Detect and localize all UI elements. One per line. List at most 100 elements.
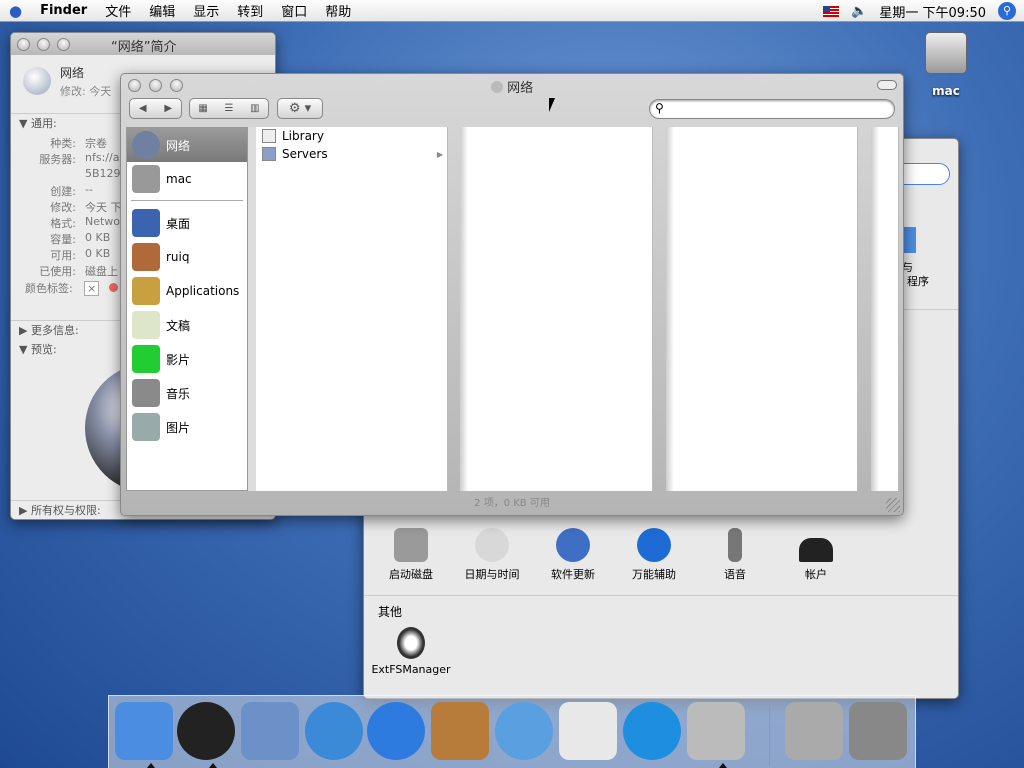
mouse-cursor: [549, 98, 555, 112]
column-view-icon[interactable]: ▥: [250, 103, 259, 114]
internet-connect-dock-icon[interactable]: [785, 702, 843, 760]
itunes-dock-icon[interactable]: [495, 702, 553, 760]
desktop-icon: [132, 209, 160, 237]
volume-icon[interactable]: 🔈: [851, 4, 867, 19]
menu-go[interactable]: 转到: [228, 1, 272, 20]
ical-dock-icon[interactable]: [559, 702, 617, 760]
pref-startup-disk[interactable]: 启动磁盘: [371, 528, 451, 582]
sidebar-item[interactable]: Applications: [127, 274, 247, 308]
apple-menu[interactable]: ●: [0, 2, 31, 20]
menu-finder[interactable]: Finder: [31, 3, 96, 18]
pref-universal-access[interactable]: 万能辅助: [614, 528, 694, 582]
sidebar-item-label: mac: [166, 172, 192, 186]
column-2: [460, 127, 653, 491]
list-view-icon[interactable]: ☰: [225, 103, 234, 114]
column-4: [871, 127, 899, 491]
forward-icon[interactable]: ▶: [164, 103, 172, 114]
field-label: 容量:: [50, 233, 76, 246]
field-label: 可用:: [50, 249, 76, 262]
ichat-dock-icon[interactable]: [367, 702, 425, 760]
item-label: Servers: [282, 147, 328, 161]
field-label: 格式:: [50, 217, 76, 230]
icon-view-icon[interactable]: ▦: [198, 103, 207, 114]
column-item[interactable]: Library: [256, 127, 447, 145]
menu-file[interactable]: 文件: [96, 1, 140, 20]
resize-handle[interactable]: [886, 498, 900, 512]
action-menu-button[interactable]: ⚙ ▾: [277, 98, 323, 119]
view-buttons[interactable]: ▦ ☰ ▥: [189, 98, 269, 119]
sidebar-item[interactable]: ruiq: [127, 240, 247, 274]
quicktime-dock-icon[interactable]: [623, 702, 681, 760]
sidebar-item-label: ruiq: [166, 250, 190, 264]
sidebar-item-label: 网络: [166, 138, 191, 153]
dashboard-dock-icon[interactable]: [177, 702, 235, 760]
spotlight-icon[interactable]: ⚲: [998, 2, 1016, 20]
sidebar-item[interactable]: 网络: [127, 128, 247, 162]
running-indicator: [209, 763, 217, 768]
desktop-icon-mac[interactable]: mac: [918, 32, 974, 98]
minimize-button[interactable]: [37, 38, 50, 51]
field-label: 服务器:: [39, 153, 76, 166]
safari-dock-icon[interactable]: [305, 702, 363, 760]
column-item[interactable]: Servers ▶: [256, 145, 447, 163]
network-icon: [490, 81, 503, 93]
sidebar-item[interactable]: mac: [127, 162, 247, 196]
sidebar-item-label: 桌面: [166, 216, 191, 231]
network-icon: [23, 67, 51, 95]
pref-speech[interactable]: 语音: [695, 528, 775, 582]
red-color-button[interactable]: [108, 283, 118, 292]
penguin-icon: [397, 627, 425, 659]
clock-icon: [475, 528, 509, 562]
pref-date-time[interactable]: 日期与时间: [452, 528, 532, 582]
sidebar-item[interactable]: 文稿: [127, 308, 247, 342]
field-value: 宗卷: [85, 137, 107, 150]
pictures-icon: [132, 413, 160, 441]
finder-dock-icon[interactable]: [115, 702, 173, 760]
server-icon: [262, 147, 276, 161]
sidebar-item[interactable]: 桌面: [127, 206, 247, 240]
toolbar-toggle-button[interactable]: [877, 80, 897, 90]
dock: [108, 695, 916, 768]
pref-label: 万能辅助: [632, 568, 676, 581]
menu-window[interactable]: 窗口: [272, 1, 316, 20]
field-value: nfs://a: [85, 151, 120, 164]
sidebar-splitter[interactable]: [248, 127, 256, 491]
field-value: 磁盘上: [85, 265, 118, 278]
search-icon: ⚲: [655, 101, 664, 115]
pref-accounts[interactable]: 帐户: [776, 528, 856, 582]
trash-dock-icon[interactable]: [849, 702, 907, 760]
no-color-button[interactable]: ×: [84, 281, 100, 296]
microphone-icon: [728, 528, 742, 562]
field-value: 5B129: [85, 167, 121, 180]
address-book-dock-icon[interactable]: [431, 702, 489, 760]
back-icon[interactable]: ◀: [139, 103, 147, 114]
menu-help[interactable]: 帮助: [316, 1, 360, 20]
search-input[interactable]: ⚲: [649, 99, 895, 119]
mail-dock-icon[interactable]: [241, 702, 299, 760]
pref-software-update[interactable]: 软件更新: [533, 528, 613, 582]
desktop-icon-label: mac: [932, 84, 960, 98]
item-modified: 修改: 今天: [60, 85, 112, 98]
item-name: 网络: [60, 66, 85, 80]
sidebar-item[interactable]: 音乐: [127, 376, 247, 410]
running-indicator: [147, 763, 155, 768]
field-value: 0 KB: [85, 247, 111, 260]
pref-extfsmanager[interactable]: ExtFSManager: [371, 627, 451, 676]
field-label: 修改:: [50, 201, 76, 214]
field-value: Networ: [85, 215, 125, 228]
menu-view[interactable]: 显示: [184, 1, 228, 20]
close-button[interactable]: [17, 38, 30, 51]
flag-us-icon[interactable]: [823, 5, 840, 17]
item-label: Library: [282, 129, 324, 143]
system-preferences-dock-icon[interactable]: [687, 702, 745, 760]
window-title: “网络”简介: [111, 40, 177, 55]
zoom-button[interactable]: [57, 38, 70, 51]
sidebar-item-label: 影片: [166, 352, 191, 367]
menu-edit[interactable]: 编辑: [140, 1, 184, 20]
clock[interactable]: 星期一 下午09:50: [879, 2, 986, 21]
hard-disk-icon: [132, 165, 160, 193]
back-forward-buttons[interactable]: ◀ ▶: [129, 98, 182, 119]
sidebar-item[interactable]: 影片: [127, 342, 247, 376]
sidebar-item-label: 文稿: [166, 318, 191, 333]
sidebar-item[interactable]: 图片: [127, 410, 247, 444]
